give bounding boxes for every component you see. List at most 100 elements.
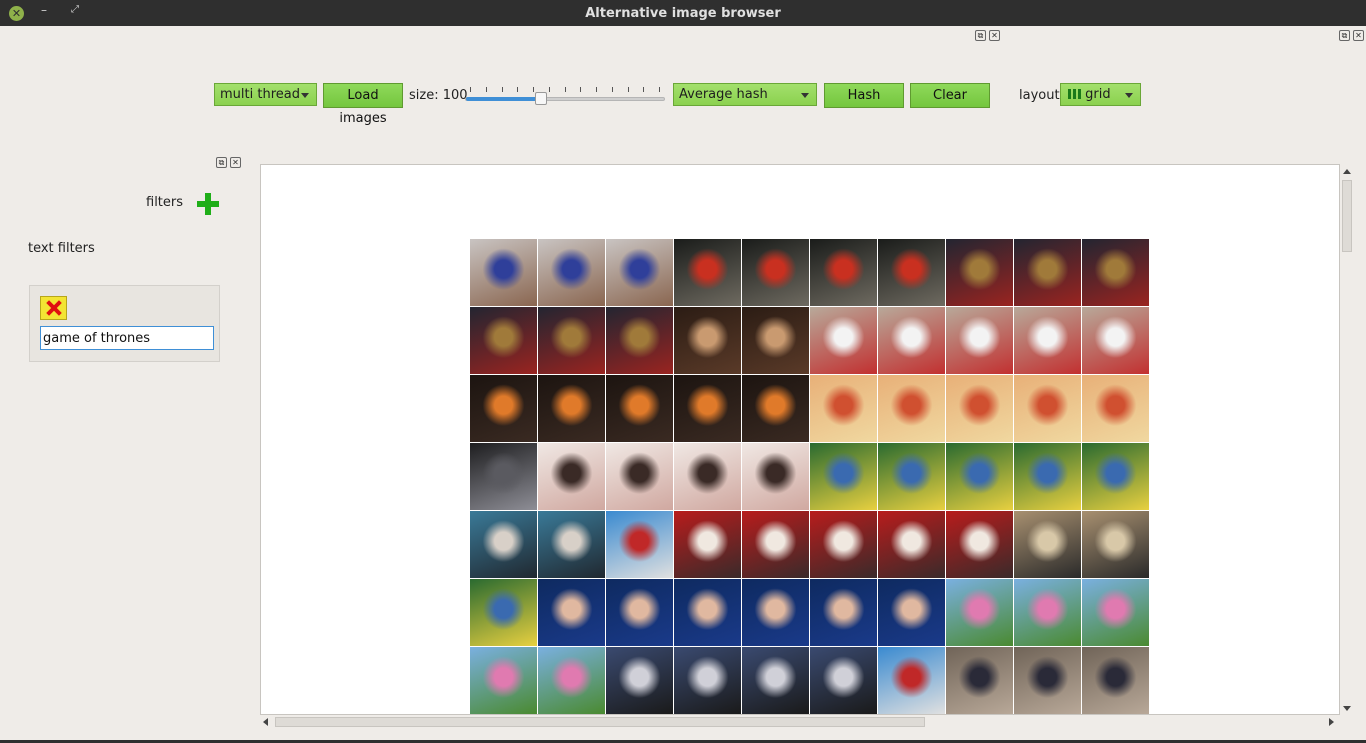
thumbnail-wheelchair-racer[interactable] bbox=[1014, 647, 1081, 714]
thumbnail-arcade-machine[interactable] bbox=[606, 307, 673, 374]
thumbnail-arcade-machine[interactable] bbox=[946, 239, 1013, 306]
thumbnail-arcade-machine[interactable] bbox=[1082, 239, 1149, 306]
thumbnail-fire-cave[interactable] bbox=[742, 375, 809, 442]
thumbnail-phone-hand[interactable] bbox=[470, 239, 537, 306]
thumbnail-sprinter-stadium[interactable] bbox=[810, 647, 877, 714]
thumbnail-scoreboard[interactable] bbox=[674, 239, 741, 306]
text-filter-input[interactable] bbox=[40, 326, 214, 350]
size-slider[interactable] bbox=[465, 97, 665, 101]
layout-select[interactable]: grid bbox=[1060, 83, 1141, 106]
thumbnail-arcade-machine[interactable] bbox=[538, 307, 605, 374]
thumbnail-man-blue-suit[interactable] bbox=[606, 579, 673, 646]
horizontal-scroll-thumb[interactable] bbox=[275, 717, 925, 727]
thumbnail-boxes-sign[interactable] bbox=[1014, 511, 1081, 578]
thumbnail-crowd-red[interactable] bbox=[674, 511, 741, 578]
thumbnail-city-festival[interactable] bbox=[1014, 579, 1081, 646]
thumbnail-scoreboard[interactable] bbox=[810, 239, 877, 306]
vertical-scroll-thumb[interactable] bbox=[1342, 180, 1352, 252]
scroll-up-icon[interactable] bbox=[1343, 169, 1351, 174]
close-dock-icon[interactable]: ✕ bbox=[989, 30, 1000, 41]
thumbnail-man-silhouette[interactable] bbox=[742, 443, 809, 510]
thumbnail-fire-cave[interactable] bbox=[606, 375, 673, 442]
thumbnail-arcade-machine[interactable] bbox=[1014, 239, 1081, 306]
thumbnail-soccer-highfive[interactable] bbox=[606, 511, 673, 578]
thumbnail-man-silhouette[interactable] bbox=[606, 443, 673, 510]
thumbnail-toy-garden[interactable] bbox=[810, 443, 877, 510]
thumbnail-portrait-woman[interactable] bbox=[674, 307, 741, 374]
thumbnail-boxes-sign[interactable] bbox=[1082, 511, 1149, 578]
chevron-down-icon bbox=[301, 93, 309, 98]
thumbnail-phone-hand[interactable] bbox=[606, 239, 673, 306]
thumbnail-scoreboard[interactable] bbox=[878, 239, 945, 306]
float-dock-icon[interactable]: ⧉ bbox=[1339, 30, 1350, 41]
thread-mode-select[interactable]: multi thread bbox=[214, 83, 317, 106]
thumbnail-cartoon-battle[interactable] bbox=[1082, 375, 1149, 442]
thread-mode-value: multi thread bbox=[220, 87, 300, 102]
thumbnail-sprinter-stadium[interactable] bbox=[674, 647, 741, 714]
thumbnail-man-blue-suit[interactable] bbox=[538, 579, 605, 646]
float-dock-icon[interactable]: ⧉ bbox=[216, 157, 227, 168]
thumbnail-vr-headset[interactable] bbox=[470, 511, 537, 578]
thumbnail-vr-dark[interactable] bbox=[470, 443, 537, 510]
thumbnail-crowd-red[interactable] bbox=[810, 511, 877, 578]
thumbnail-city-festival[interactable] bbox=[1082, 579, 1149, 646]
thumbnail-vr-headset[interactable] bbox=[538, 511, 605, 578]
thumbnail-toy-garden[interactable] bbox=[470, 579, 537, 646]
load-images-button[interactable]: Load images bbox=[323, 83, 403, 126]
scroll-right-icon[interactable] bbox=[1329, 718, 1334, 726]
thumbnail-toy-garden[interactable] bbox=[1082, 443, 1149, 510]
main-dock-controls: ⧉ ✕ bbox=[1339, 30, 1364, 41]
thumbnail-fire-cave[interactable] bbox=[470, 375, 537, 442]
thumbnail-crowd-red[interactable] bbox=[878, 511, 945, 578]
thumbnail-man-blue-suit[interactable] bbox=[742, 579, 809, 646]
thumbnail-city-festival[interactable] bbox=[538, 647, 605, 714]
float-dock-icon[interactable]: ⧉ bbox=[975, 30, 986, 41]
thumbnail-sprinter-stadium[interactable] bbox=[742, 647, 809, 714]
thumbnail-man-silhouette[interactable] bbox=[674, 443, 741, 510]
thumbnail-arcade-machine[interactable] bbox=[470, 307, 537, 374]
vertical-scrollbar[interactable] bbox=[1340, 164, 1354, 715]
scroll-left-icon[interactable] bbox=[263, 718, 268, 726]
thumbnail-football-player[interactable] bbox=[810, 307, 877, 374]
close-dock-icon[interactable]: ✕ bbox=[1353, 30, 1364, 41]
thumbnail-cartoon-battle[interactable] bbox=[810, 375, 877, 442]
thumbnail-football-player[interactable] bbox=[878, 307, 945, 374]
thumbnail-scoreboard[interactable] bbox=[742, 239, 809, 306]
thumbnail-sprinter-stadium[interactable] bbox=[606, 647, 673, 714]
thumbnail-crowd-red[interactable] bbox=[742, 511, 809, 578]
hash-button[interactable]: Hash bbox=[824, 83, 904, 108]
thumbnail-portrait-woman[interactable] bbox=[742, 307, 809, 374]
x-icon[interactable] bbox=[40, 296, 67, 320]
thumbnail-football-player[interactable] bbox=[1014, 307, 1081, 374]
thumbnail-cartoon-battle[interactable] bbox=[946, 375, 1013, 442]
thumbnail-cartoon-battle[interactable] bbox=[1014, 375, 1081, 442]
thumbnail-wheelchair-racer[interactable] bbox=[1082, 647, 1149, 714]
thumbnail-fire-cave[interactable] bbox=[674, 375, 741, 442]
slider-handle[interactable] bbox=[535, 92, 547, 105]
thumbnail-wheelchair-racer[interactable] bbox=[946, 647, 1013, 714]
thumbnail-football-player[interactable] bbox=[1082, 307, 1149, 374]
thumbnail-crowd-red[interactable] bbox=[946, 511, 1013, 578]
thumbnail-man-blue-suit[interactable] bbox=[810, 579, 877, 646]
close-dock-icon[interactable]: ✕ bbox=[230, 157, 241, 168]
thumbnail-man-silhouette[interactable] bbox=[538, 443, 605, 510]
thumbnail-cartoon-battle[interactable] bbox=[878, 375, 945, 442]
thumbnail-soccer-highfive[interactable] bbox=[878, 647, 945, 714]
thumbnail-football-player[interactable] bbox=[946, 307, 1013, 374]
thumbnail-man-blue-suit[interactable] bbox=[878, 579, 945, 646]
hash-method-select[interactable]: Average hash bbox=[673, 83, 817, 106]
thumbnail-city-festival[interactable] bbox=[470, 647, 537, 714]
thumbnail-toy-garden[interactable] bbox=[878, 443, 945, 510]
thumbnail-phone-hand[interactable] bbox=[538, 239, 605, 306]
clear-button[interactable]: Clear bbox=[910, 83, 990, 108]
horizontal-scrollbar[interactable] bbox=[260, 715, 1340, 729]
scroll-down-icon[interactable] bbox=[1343, 706, 1351, 711]
thumbnail-toy-garden[interactable] bbox=[1014, 443, 1081, 510]
thumbnail-fire-cave[interactable] bbox=[538, 375, 605, 442]
slider-fill bbox=[466, 97, 542, 101]
thumbnail-city-festival[interactable] bbox=[946, 579, 1013, 646]
plus-icon[interactable] bbox=[196, 192, 220, 216]
thumbnail-man-blue-suit[interactable] bbox=[674, 579, 741, 646]
image-viewport[interactable] bbox=[260, 164, 1340, 715]
thumbnail-toy-garden[interactable] bbox=[946, 443, 1013, 510]
